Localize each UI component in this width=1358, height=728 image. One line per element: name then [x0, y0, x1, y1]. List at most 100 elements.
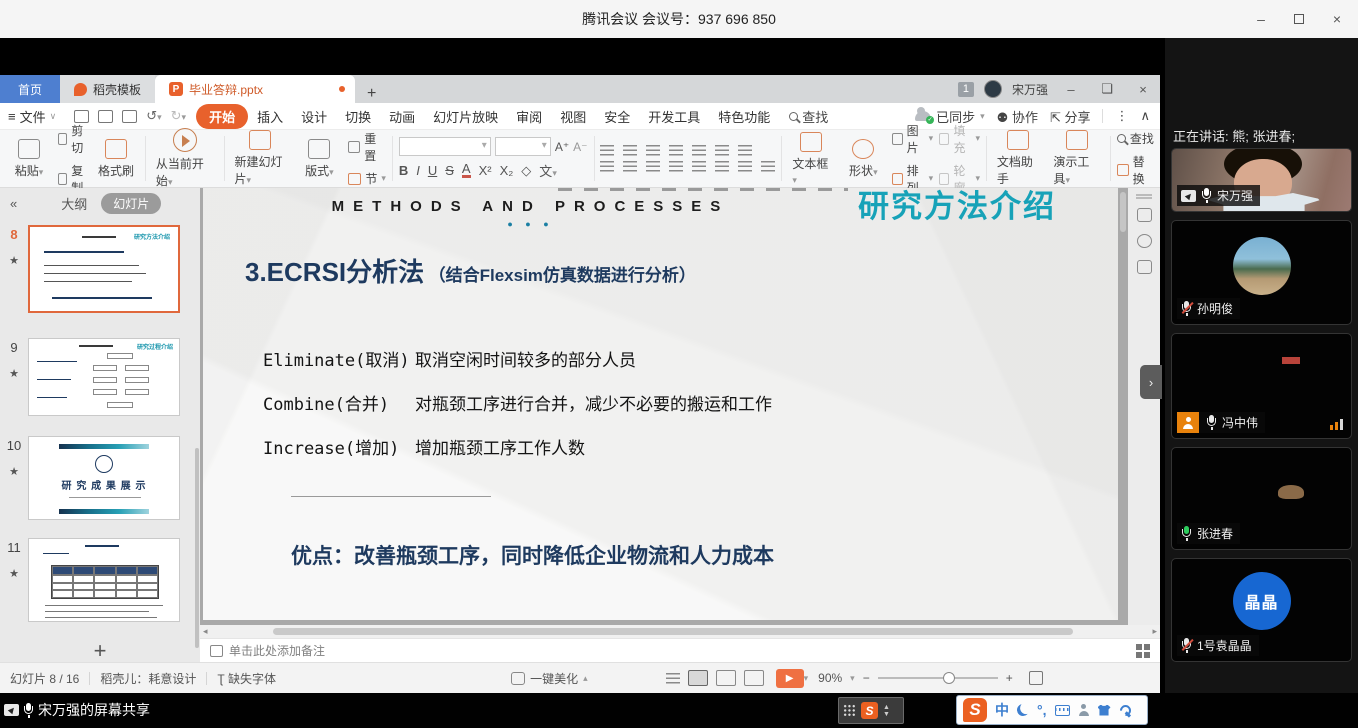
menu-tab-design[interactable]: 设计 — [292, 105, 336, 128]
strikethrough-button[interactable]: S — [445, 163, 454, 178]
ime-lang-toggle[interactable]: 中 — [995, 700, 1009, 720]
print-preview-icon[interactable] — [122, 110, 137, 123]
properties-icon[interactable] — [1137, 208, 1152, 222]
updown-arrows-icon[interactable]: ▲▼ — [883, 704, 890, 718]
slide-thumbnail-10[interactable]: 研 究 成 果 展 示 — [28, 436, 180, 520]
play-from-current-button[interactable]: 从当前开始▾ — [152, 126, 218, 191]
menu-tab-animation[interactable]: 动画 — [380, 105, 424, 128]
participant-tile-yuanjingjing[interactable]: 晶晶 1号袁晶晶 — [1171, 558, 1352, 662]
zoom-in-button[interactable]: + — [1006, 671, 1013, 685]
menu-tab-review[interactable]: 审阅 — [507, 105, 551, 128]
menu-tab-features[interactable]: 特色功能 — [709, 105, 779, 128]
format-painter-button[interactable]: 格式刷 — [93, 137, 139, 181]
para-indent-left-icon[interactable] — [715, 161, 729, 172]
doc-assistant-button[interactable]: 文档助手 — [993, 128, 1044, 189]
redo-icon[interactable]: ↻▾ — [171, 108, 186, 124]
zoom-out-button[interactable]: − — [863, 671, 870, 685]
beautify-star-icon[interactable] — [1137, 234, 1152, 248]
undo-icon[interactable]: ↺▾ — [146, 108, 161, 124]
tab-docer[interactable]: 稻壳模板 — [60, 75, 155, 103]
tab-outline[interactable]: 大纲 — [61, 194, 87, 213]
indent-increase-icon[interactable] — [669, 145, 683, 156]
scroll-left-icon[interactable]: ◂ — [200, 626, 211, 637]
present-tools-button[interactable]: 演示工具▾ — [1049, 128, 1104, 189]
collaborate-button[interactable]: ⚉ 协作 — [997, 107, 1038, 126]
normal-view-button[interactable] — [688, 670, 708, 686]
person-icon[interactable] — [1078, 704, 1090, 716]
scroll-right-icon[interactable]: ▸ — [1149, 626, 1160, 637]
slide-thumbnail-8[interactable]: 研究方法介绍 — [28, 225, 180, 313]
sogou-icon[interactable]: S — [861, 702, 878, 719]
slide-thumbnail-9[interactable]: 研究过程介绍 — [28, 338, 180, 416]
file-menu[interactable]: ≡ 文件 ∨ — [0, 107, 64, 126]
panel-scrollbar[interactable] — [195, 448, 199, 648]
distribute-icon[interactable] — [692, 161, 706, 172]
find-button[interactable]: 查找 — [1117, 130, 1154, 147]
align-right-icon[interactable] — [646, 161, 660, 172]
subscript-button[interactable]: X₂ — [500, 163, 514, 178]
settings-wrench-icon[interactable] — [1119, 704, 1131, 716]
skin-icon[interactable] — [1098, 705, 1111, 716]
bullets-icon[interactable] — [600, 145, 614, 156]
ime-mini-toolbar[interactable]: S ▲▼ — [838, 697, 904, 724]
moon-icon[interactable] — [1016, 703, 1031, 718]
replace-button[interactable]: 替换 — [1117, 153, 1154, 187]
text-columns-icon[interactable] — [692, 145, 706, 156]
sogou-logo-icon[interactable]: S — [963, 698, 987, 722]
textbox-button[interactable]: 文本框▾ — [788, 130, 834, 188]
play-options-icon[interactable]: ▾ — [804, 673, 809, 684]
cut-button[interactable]: 剪切 — [58, 122, 87, 156]
missing-font-warning[interactable]: Ʈ 缺失字体 — [217, 670, 276, 687]
font-family-select[interactable] — [399, 137, 491, 156]
add-slide-button[interactable]: + — [0, 638, 200, 664]
notes-bar[interactable]: 单击此处添加备注 — [200, 638, 1160, 662]
menu-tab-devtools[interactable]: 开发工具 — [639, 105, 709, 128]
notes-placeholder[interactable]: 单击此处添加备注 — [229, 642, 325, 659]
new-slide-button[interactable]: 新建幻灯片▾ — [231, 128, 291, 189]
highlight-button[interactable]: ◇ — [521, 163, 531, 179]
horizontal-scrollbar[interactable]: ◂ ▸ — [200, 625, 1160, 638]
layout-button[interactable]: 版式▾ — [296, 137, 342, 181]
collapse-ribbon-icon[interactable]: ∧ — [1140, 108, 1150, 124]
zoom-level[interactable]: 90% — [818, 671, 842, 685]
find-menu[interactable]: 查找 — [779, 107, 828, 126]
more-options-icon[interactable]: ⋮ — [1115, 108, 1128, 124]
tab-home[interactable]: 首页 — [0, 75, 60, 103]
scroll-thumb[interactable] — [273, 628, 1073, 635]
justify-icon[interactable] — [669, 161, 683, 172]
shapes-button[interactable]: 形状▾ — [840, 137, 886, 181]
menu-tab-security[interactable]: 安全 — [595, 105, 639, 128]
participant-tile-sunmingjun[interactable]: 孙明俊 — [1171, 220, 1352, 325]
numbering-icon[interactable] — [623, 145, 637, 156]
keyboard-icon[interactable] — [1055, 705, 1070, 716]
text-direction-icon[interactable] — [738, 145, 752, 156]
menu-tab-view[interactable]: 视图 — [551, 105, 595, 128]
italic-button[interactable]: I — [416, 163, 420, 178]
participant-tile-songwanqiang[interactable]: 宋万强 — [1171, 148, 1352, 212]
window-count-badge[interactable]: 1 — [958, 82, 974, 97]
participant-tile-zhangjinchun[interactable]: 张进春 — [1171, 447, 1352, 550]
para-spacing-icon[interactable] — [761, 161, 775, 172]
line-spacing-icon[interactable] — [715, 145, 729, 156]
menu-tab-transition[interactable]: 切换 — [336, 105, 380, 128]
paste-button[interactable]: 粘贴▾ — [6, 137, 52, 181]
notes-toggle-icon[interactable] — [666, 673, 680, 684]
picture-button[interactable]: 图片▾ — [892, 122, 933, 156]
indent-decrease-icon[interactable] — [646, 145, 660, 156]
wps-restore-button[interactable]: ❏ — [1094, 81, 1120, 97]
reading-view-button[interactable] — [744, 670, 764, 686]
menu-tab-home[interactable]: 开始 — [196, 104, 248, 129]
beautify-button[interactable]: 一键美化 ▴ — [511, 670, 588, 687]
print-icon[interactable] — [98, 110, 113, 123]
tab-document[interactable]: P 毕业答辩.pptx — [155, 75, 355, 103]
collapse-panel-button[interactable]: « — [10, 196, 17, 211]
new-tab-button[interactable]: + — [355, 85, 388, 103]
user-name[interactable]: 宋万强 — [1012, 81, 1048, 98]
menu-tab-slideshow[interactable]: 幻灯片放映 — [424, 105, 507, 128]
reset-button[interactable]: 重置 — [348, 130, 386, 164]
restore-button[interactable] — [1284, 6, 1314, 32]
close-button[interactable]: × — [1322, 6, 1352, 32]
share-button[interactable]: ⇱ 分享 — [1050, 107, 1091, 126]
font-size-select[interactable] — [495, 137, 551, 156]
section-button[interactable]: 节▾ — [348, 170, 386, 187]
